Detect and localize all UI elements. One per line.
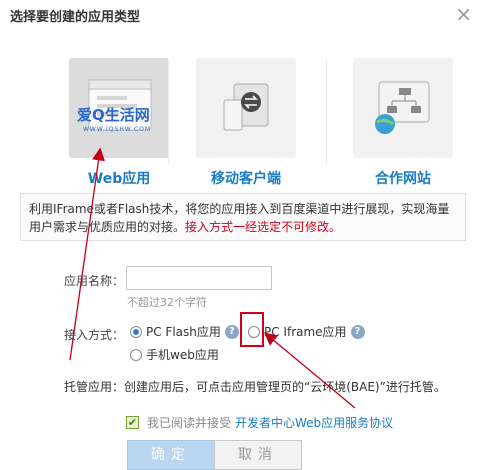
radio-button[interactable]: [130, 348, 142, 361]
agreement-checkbox[interactable]: ✔: [126, 416, 139, 429]
app-type-web[interactable]: 爱Q生活网 WWW.IQSHW.COM Web应用: [54, 58, 184, 188]
close-icon[interactable]: ×: [455, 2, 472, 26]
app-type-label: Web应用: [87, 171, 151, 187]
radio-option-pc-flash[interactable]: PC Flash应用 ?: [130, 323, 239, 340]
app-name-input[interactable]: [126, 266, 272, 290]
annotation-highlight-box: [240, 312, 264, 347]
app-type-label: 合作网站: [375, 171, 431, 187]
help-icon[interactable]: ?: [224, 324, 239, 339]
dialog-titlebar: 选择要创建的应用类型 ×: [0, 0, 484, 30]
radio-button[interactable]: [130, 325, 142, 338]
radio-label: PC Iframe应用: [264, 325, 347, 339]
watermark-url: WWW.IQSHW.COM: [83, 126, 152, 133]
radio-option-mobile-web[interactable]: 手机web应用: [130, 346, 219, 363]
mobile-app-thumbnail: [196, 58, 296, 158]
sitemap-globe-icon: [375, 81, 430, 134]
description-warning: 接入方式一经选定不可修改。: [185, 220, 342, 234]
app-name-hint: 不超过32个字符: [127, 296, 207, 309]
mobile-devices-icon: [223, 83, 269, 131]
app-type-description: 利用IFrame或者Flash技术，将您的应用接入到百度渠道中进行展现，实现海量…: [20, 193, 466, 241]
cancel-button[interactable]: 取消: [214, 440, 302, 470]
dialog-title: 选择要创建的应用类型: [10, 10, 141, 25]
partner-site-thumbnail: [353, 58, 453, 158]
app-type-mobile[interactable]: 移动客户端: [181, 58, 311, 188]
watermark-text: 爱Q生活网: [77, 106, 150, 124]
agreement-row: ✔ 我已阅读并接受 开发者中心Web应用服务协议: [126, 414, 393, 431]
radio-option-pc-iframe[interactable]: PC Iframe应用 ?: [248, 323, 365, 340]
divider: [326, 58, 327, 166]
access-method-label: 接入方式：: [64, 328, 125, 342]
watermark-logo: 爱Q生活网: [77, 104, 150, 125]
help-icon[interactable]: ?: [350, 324, 365, 339]
radio-label: PC Flash应用: [146, 325, 221, 339]
agreement-link[interactable]: 开发者中心Web应用服务协议: [235, 414, 393, 431]
agreement-text: 我已阅读并接受: [147, 416, 232, 430]
divider: [168, 58, 169, 166]
app-type-partner[interactable]: 合作网站: [338, 58, 468, 188]
app-type-label: 移动客户端: [211, 171, 281, 187]
hosting-info: 托管应用：创建应用后，可点击应用管理页的“云环境(BAE)”进行托管。: [64, 380, 446, 394]
confirm-button[interactable]: 确定: [127, 440, 215, 470]
web-app-thumbnail: 爱Q生活网 WWW.IQSHW.COM: [69, 58, 169, 158]
radio-label: 手机web应用: [146, 348, 219, 362]
annotation-arrow: [264, 332, 356, 409]
app-name-label: 应用名称：: [64, 274, 125, 288]
